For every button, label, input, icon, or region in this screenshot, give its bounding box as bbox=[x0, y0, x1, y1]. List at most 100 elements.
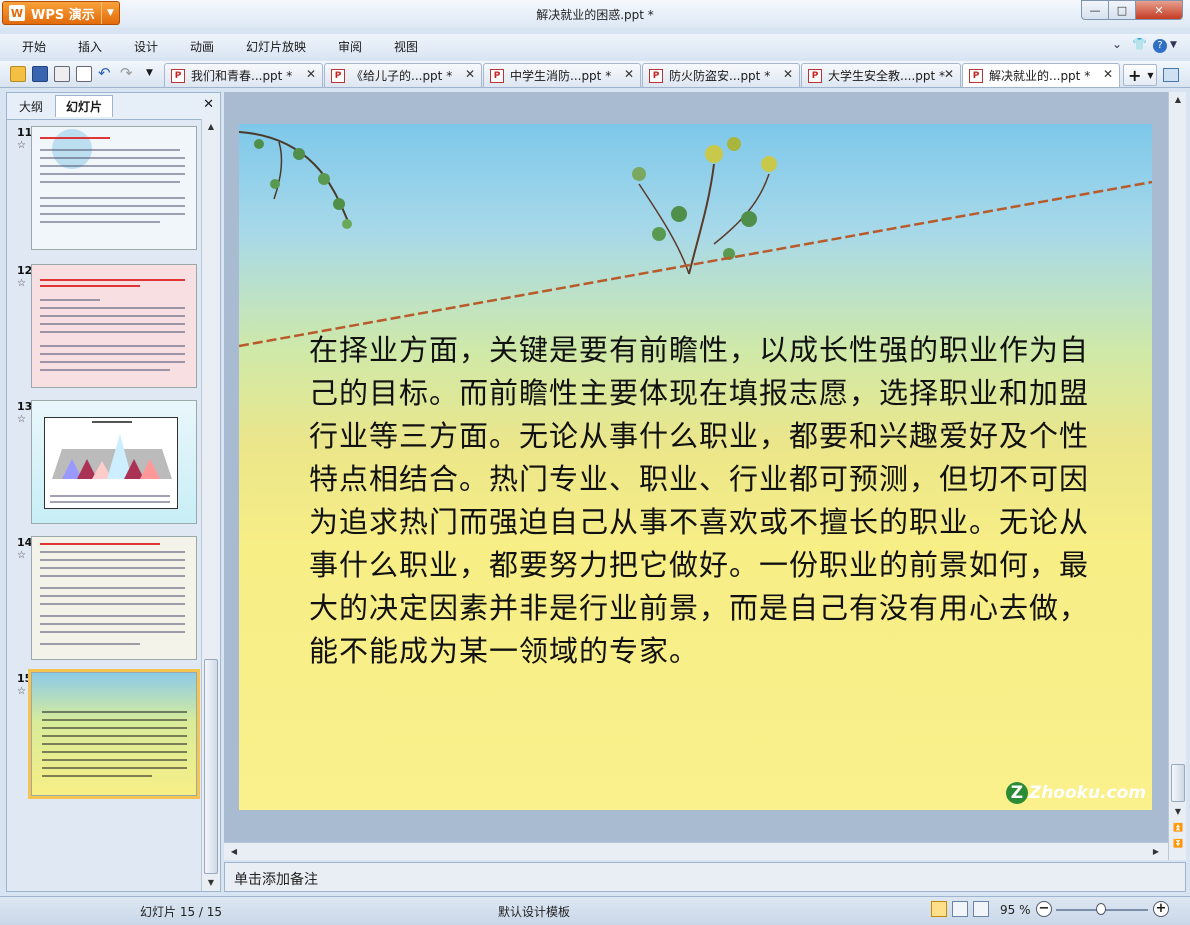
close-window-button[interactable]: ✕ bbox=[1135, 0, 1183, 20]
document-tab-bar: ↶ ↷ ▼ P 我们和青春...ppt * ✕ P 《给儿子的...ppt * … bbox=[0, 61, 1190, 88]
window-title: 解决就业的困惑.ppt * bbox=[536, 8, 654, 22]
slide-thumbnail-14[interactable] bbox=[31, 536, 197, 660]
tab-label: 我们和青春...ppt * bbox=[191, 69, 293, 83]
slide-sorter-view-icon[interactable] bbox=[952, 901, 968, 917]
normal-view-icon[interactable] bbox=[931, 901, 947, 917]
zoom-in-button[interactable]: + bbox=[1153, 901, 1169, 917]
previous-slide-icon[interactable]: ⏫ bbox=[1170, 820, 1186, 835]
watermark-text: Zhooku.com bbox=[1028, 783, 1146, 803]
scroll-up-icon[interactable]: ▲ bbox=[203, 119, 219, 134]
slide-transition-star-icon: ☆ bbox=[17, 140, 26, 151]
zoom-slider-knob[interactable] bbox=[1096, 903, 1106, 915]
slide-transition-star-icon: ☆ bbox=[17, 278, 26, 289]
ppt-file-icon: P bbox=[969, 68, 983, 83]
dashed-line-decoration bbox=[239, 180, 1152, 348]
toolbar-dropdown-icon[interactable]: ▼ bbox=[146, 68, 162, 84]
slide-thumbnail-list: 11 ☆ 12 ☆ 13 ☆ 14 ☆ 15 ☆ bbox=[7, 119, 201, 891]
slide-counter: 幻灯片 15 / 15 bbox=[140, 905, 223, 919]
tab-label: 大学生安全教....ppt * bbox=[828, 69, 946, 83]
menu-bar: 开始 插入 设计 动画 幻灯片放映 审阅 视图 ⌄ 👕 ? ▼ bbox=[0, 34, 1190, 58]
slide-thumbnail-15[interactable] bbox=[28, 669, 200, 799]
tab-slides[interactable]: 幻灯片 bbox=[55, 95, 113, 117]
tab-outline[interactable]: 大纲 bbox=[9, 95, 53, 117]
zoom-out-button[interactable]: − bbox=[1036, 901, 1052, 917]
new-tab-dropdown-icon[interactable]: ▼ bbox=[1147, 71, 1153, 80]
scroll-right-icon[interactable]: ▶ bbox=[1148, 844, 1164, 859]
notes-input[interactable]: 单击添加备注 bbox=[224, 862, 1186, 892]
menu-slideshow[interactable]: 幻灯片放映 bbox=[246, 38, 306, 55]
zoom-level: 95 % bbox=[1000, 903, 1031, 917]
tab-document-6[interactable]: P 解决就业的...ppt * ✕ bbox=[962, 63, 1120, 87]
tab-close-icon[interactable]: ✕ bbox=[465, 67, 475, 81]
slide-thumbnail-12[interactable] bbox=[31, 264, 197, 388]
scroll-down-icon[interactable]: ▼ bbox=[203, 875, 219, 890]
window-switch-icon[interactable] bbox=[1163, 68, 1179, 82]
tab-label: 解决就业的...ppt * bbox=[989, 69, 1091, 83]
save-icon[interactable] bbox=[32, 66, 48, 82]
slide-transition-star-icon: ☆ bbox=[17, 550, 26, 561]
panel-close-icon[interactable]: ✕ bbox=[203, 97, 214, 112]
plus-icon: + bbox=[1128, 65, 1142, 85]
slide-body-text[interactable]: 在择业方面，关键是要有前瞻性，以成长性强的职业作为自己的目标。而前瞻性主要体现在… bbox=[309, 329, 1099, 673]
scrollbar-thumb[interactable] bbox=[204, 659, 218, 874]
tab-close-icon[interactable]: ✕ bbox=[944, 67, 954, 81]
tab-label: 《给儿子的...ppt * bbox=[351, 69, 453, 83]
scrollbar-thumb[interactable] bbox=[1171, 764, 1185, 802]
slide-vertical-scrollbar[interactable]: ▲ ▼ ⏫ ⏬ bbox=[1168, 92, 1186, 860]
slide-thumbnail-11[interactable] bbox=[31, 126, 197, 250]
undo-icon[interactable]: ↶ bbox=[98, 64, 114, 82]
slideshow-view-icon[interactable] bbox=[973, 901, 989, 917]
menu-animation[interactable]: 动画 bbox=[190, 38, 214, 55]
ppt-file-icon: P bbox=[171, 68, 185, 83]
ppt-file-icon: P bbox=[808, 68, 822, 83]
design-template: 默认设计模板 bbox=[498, 905, 571, 919]
tab-close-icon[interactable]: ✕ bbox=[1103, 67, 1113, 81]
print-icon[interactable] bbox=[54, 66, 70, 82]
thumbnail-scrollbar[interactable]: ▲ ▼ bbox=[201, 119, 220, 891]
slide-transition-star-icon: ☆ bbox=[17, 414, 26, 425]
menu-design[interactable]: 设计 bbox=[134, 38, 158, 55]
new-tab-button[interactable]: + ▼ bbox=[1123, 64, 1157, 86]
ppt-file-icon: P bbox=[331, 68, 345, 83]
tab-document-3[interactable]: P 中学生消防...ppt * ✕ bbox=[483, 63, 641, 87]
scroll-down-icon[interactable]: ▼ bbox=[1170, 804, 1186, 819]
next-slide-icon[interactable]: ⏬ bbox=[1170, 836, 1186, 851]
help-icon[interactable]: ? bbox=[1153, 39, 1167, 53]
watermark: Z Zhooku.com bbox=[1005, 782, 1146, 804]
title-bar: W WPS 演示 ▼ 解决就业的困惑.ppt * — □ ✕ bbox=[0, 0, 1190, 28]
print-preview-icon[interactable] bbox=[76, 66, 92, 82]
open-folder-icon[interactable] bbox=[10, 66, 26, 82]
scroll-left-icon[interactable]: ◀ bbox=[226, 844, 242, 859]
maximize-button[interactable]: □ bbox=[1108, 0, 1136, 20]
tab-close-icon[interactable]: ✕ bbox=[306, 67, 316, 81]
menu-review[interactable]: 审阅 bbox=[338, 38, 362, 55]
tab-document-1[interactable]: P 我们和青春...ppt * ✕ bbox=[164, 63, 323, 87]
minimize-button[interactable]: — bbox=[1081, 0, 1109, 20]
slide-transition-star-icon: ☆ bbox=[17, 686, 26, 697]
status-bar: 幻灯片 15 / 15 默认设计模板 95 % − + bbox=[0, 896, 1190, 925]
ppt-file-icon: P bbox=[490, 68, 504, 83]
menu-view[interactable]: 视图 bbox=[394, 38, 418, 55]
slide-panel: 大纲 幻灯片 ✕ 11 ☆ 12 ☆ 13 ☆ 14 ☆ 15 ☆ ▲ ▼ bbox=[6, 92, 221, 892]
tab-document-2[interactable]: P 《给儿子的...ppt * ✕ bbox=[324, 63, 482, 87]
current-slide[interactable]: 在择业方面，关键是要有前瞻性，以成长性强的职业作为自己的目标。而前瞻性主要体现在… bbox=[239, 124, 1152, 810]
tab-close-icon[interactable]: ✕ bbox=[624, 67, 634, 81]
menu-insert[interactable]: 插入 bbox=[78, 38, 102, 55]
tab-label: 中学生消防...ppt * bbox=[510, 69, 612, 83]
ppt-file-icon: P bbox=[649, 68, 663, 83]
tab-document-5[interactable]: P 大学生安全教....ppt * ✕ bbox=[801, 63, 961, 87]
help-dropdown-icon[interactable]: ▼ bbox=[1170, 40, 1177, 50]
tab-document-4[interactable]: P 防火防盗安...ppt * ✕ bbox=[642, 63, 800, 87]
slide-editing-area: 在择业方面，关键是要有前瞻性，以成长性强的职业作为自己的目标。而前瞻性主要体现在… bbox=[224, 92, 1186, 860]
chevron-down-icon[interactable]: ⌄ bbox=[1112, 37, 1122, 51]
watermark-logo-icon: Z bbox=[1005, 782, 1028, 804]
tab-close-icon[interactable]: ✕ bbox=[783, 67, 793, 81]
slide-horizontal-scrollbar[interactable]: ◀ ▶ bbox=[224, 842, 1168, 860]
shirt-icon[interactable]: 👕 bbox=[1132, 37, 1147, 51]
tab-label: 防火防盗安...ppt * bbox=[669, 69, 771, 83]
menu-home[interactable]: 开始 bbox=[22, 38, 46, 55]
redo-icon[interactable]: ↷ bbox=[120, 64, 136, 82]
scroll-up-icon[interactable]: ▲ bbox=[1170, 92, 1186, 107]
slide-thumbnail-13[interactable] bbox=[31, 400, 197, 524]
chart-preview-icon bbox=[52, 434, 172, 479]
